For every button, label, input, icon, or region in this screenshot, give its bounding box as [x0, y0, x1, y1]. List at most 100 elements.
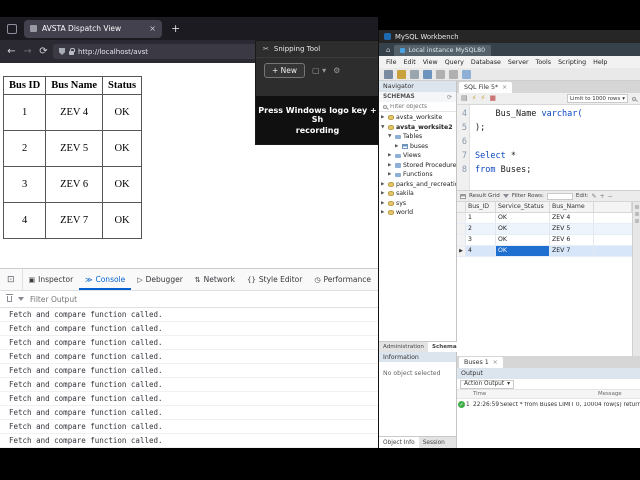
grid-cell[interactable]: ZEV 7 [550, 246, 594, 256]
tree-item-avsta-worksite2[interactable]: ▼ avsta_worksite2 [379, 123, 456, 133]
menu-help[interactable]: Help [593, 59, 607, 66]
expand-icon[interactable]: ▶ [381, 115, 386, 120]
menu-server[interactable]: Server [508, 59, 529, 66]
devtools-tab-style-editor[interactable]: {} Style Editor [241, 269, 308, 290]
expand-icon[interactable]: ▶ [388, 172, 393, 177]
expand-icon[interactable]: ▶ [395, 144, 400, 149]
menu-query[interactable]: Query [445, 59, 464, 66]
sql-file-tab[interactable]: SQL File 5* × [459, 82, 513, 93]
grid-cell[interactable]: OK [496, 213, 550, 223]
tree-item-parks-and-recreation[interactable]: ▶ parks_and_recreation [379, 180, 456, 190]
grid-cell[interactable]: OK [496, 235, 550, 245]
grid-column-header[interactable]: Bus_Name [550, 202, 594, 212]
tree-item-world[interactable]: ▶ world [379, 208, 456, 218]
menu-tools[interactable]: Tools [536, 59, 552, 66]
grid-row[interactable]: 2 OK ZEV 5 [457, 224, 632, 235]
devtools-tab-console[interactable]: ≫ Console [79, 269, 131, 290]
new-tab-button[interactable]: + [171, 22, 180, 35]
grid-cell[interactable]: 4 [466, 246, 496, 256]
tab-session[interactable]: Session [419, 437, 449, 448]
grid-cell[interactable]: OK [496, 246, 550, 256]
tree-item-views[interactable]: ▶ Views [379, 151, 456, 161]
devtools-tab-network[interactable]: ⇅ Network [189, 269, 241, 290]
firefox-view-icon[interactable] [7, 23, 17, 34]
undo-icon[interactable] [436, 69, 445, 79]
new-snip-button[interactable]: + New [264, 63, 306, 78]
add-record-icon[interactable]: + [600, 193, 605, 200]
console-output[interactable]: Fetch and compare function called. Fetch … [0, 308, 378, 448]
browser-tab[interactable]: AVSTA Dispatch View × [24, 19, 162, 38]
rail-form-view-icon[interactable] [634, 212, 639, 216]
output-log-row[interactable]: 1 22:26:59 Select * from Buses LIMIT 0, … [457, 399, 640, 410]
tree-item-sakila[interactable]: ▶ sakila [379, 189, 456, 199]
delete-record-icon[interactable]: − [608, 193, 613, 200]
expand-icon[interactable]: ▶ [388, 153, 393, 158]
execute-icon[interactable]: ⚡ [472, 95, 477, 102]
grid-cell[interactable]: OK [496, 224, 550, 234]
grid-column-header[interactable]: Service_Status [496, 202, 550, 212]
tree-item-buses[interactable]: ▶ buses [379, 142, 456, 152]
menu-scripting[interactable]: Scripting [558, 59, 586, 66]
tree-item-sys[interactable]: ▶ sys [379, 199, 456, 209]
grid-cell[interactable]: 2 [466, 224, 496, 234]
reload-icon[interactable]: ⟳ [37, 46, 50, 57]
panel-toggle-icon[interactable] [462, 69, 471, 79]
tab-close-icon[interactable]: × [149, 24, 156, 33]
new-model-icon[interactable] [384, 69, 393, 79]
rail-grid-view-icon[interactable] [634, 205, 639, 209]
execute-current-icon[interactable]: ⚡ [481, 95, 486, 102]
grid-row[interactable]: 3 OK ZEV 6 [457, 235, 632, 246]
result-tab-buses[interactable]: Buses 1 × [459, 357, 503, 368]
snip-settings-icon[interactable]: ⚙ [333, 66, 340, 75]
editor-code[interactable]: Bus_Name varchar(); Select * from Buses; [470, 105, 640, 190]
menu-database[interactable]: Database [471, 59, 501, 66]
tab-administration[interactable]: Administration [379, 342, 428, 352]
snip-mode-dropdown-icon[interactable]: ▢ ▾ [312, 66, 326, 75]
grid-row[interactable]: 1 OK ZEV 4 [457, 213, 632, 224]
collapse-icon[interactable]: ▼ [381, 125, 386, 130]
new-query-tab-icon[interactable] [397, 69, 406, 79]
filter-rows-input[interactable] [546, 192, 573, 200]
forward-icon[interactable]: → [21, 46, 34, 57]
sql-editor[interactable]: 45678 Bus_Name varchar(); Select * from Bu… [457, 105, 640, 191]
grid-row[interactable]: ▶ 4 OK ZEV 7 [457, 246, 632, 257]
tree-item-functions[interactable]: ▶ Functions [379, 170, 456, 180]
redo-icon[interactable] [449, 69, 458, 79]
expand-icon[interactable]: ▶ [381, 191, 386, 196]
save-script-icon[interactable]: ▤ [461, 95, 468, 102]
result-tab-close-icon[interactable]: × [493, 359, 498, 366]
refresh-schemas-icon[interactable]: ⟳ [447, 94, 452, 101]
filter-objects-input[interactable] [390, 103, 448, 110]
grid-cell[interactable]: ZEV 6 [550, 235, 594, 245]
open-file-icon[interactable] [410, 69, 419, 79]
edit-record-icon[interactable]: ✎ [592, 193, 597, 200]
tree-item-avsta-worksite[interactable]: ▶ avsta_worksite [379, 113, 456, 123]
grid-column-header[interactable]: Bus_ID [466, 202, 496, 212]
menu-view[interactable]: View [423, 59, 438, 66]
menu-file[interactable]: File [386, 59, 397, 66]
grid-cell[interactable]: 1 [466, 213, 496, 223]
pick-element-icon[interactable]: ⊡ [0, 269, 23, 290]
shield-icon[interactable] [59, 48, 65, 55]
stop-icon[interactable]: ■ [489, 95, 496, 102]
save-icon[interactable] [423, 69, 432, 79]
menu-edit[interactable]: Edit [404, 59, 416, 66]
sql-file-tab-close-icon[interactable]: × [502, 84, 507, 91]
tree-item-tables[interactable]: ▼ Tables [379, 132, 456, 142]
tab-object-info[interactable]: Object Info [379, 437, 419, 448]
grid-cell[interactable]: ZEV 4 [550, 213, 594, 223]
clear-console-icon[interactable] [6, 294, 13, 302]
lock-icon[interactable] [69, 48, 75, 55]
devtools-tab-debugger[interactable]: ▷ Debugger [131, 269, 189, 290]
console-filter-input[interactable] [30, 294, 150, 304]
expand-icon[interactable]: ▶ [388, 163, 393, 168]
limit-rows-dropdown[interactable]: Limit to 1000 rows ▾ [567, 94, 628, 103]
grid-cell[interactable]: ZEV 5 [550, 224, 594, 234]
expand-icon[interactable]: ▶ [381, 201, 386, 206]
expand-icon[interactable]: ▶ [381, 182, 386, 187]
rail-field-types-icon[interactable] [634, 219, 639, 223]
tree-item-stored-procedures[interactable]: ▶ Stored Procedures [379, 161, 456, 171]
devtools-tab-performance[interactable]: ◷ Performance [308, 269, 377, 290]
collapse-icon[interactable]: ▼ [388, 134, 393, 139]
editor-search-icon[interactable] [632, 96, 636, 101]
